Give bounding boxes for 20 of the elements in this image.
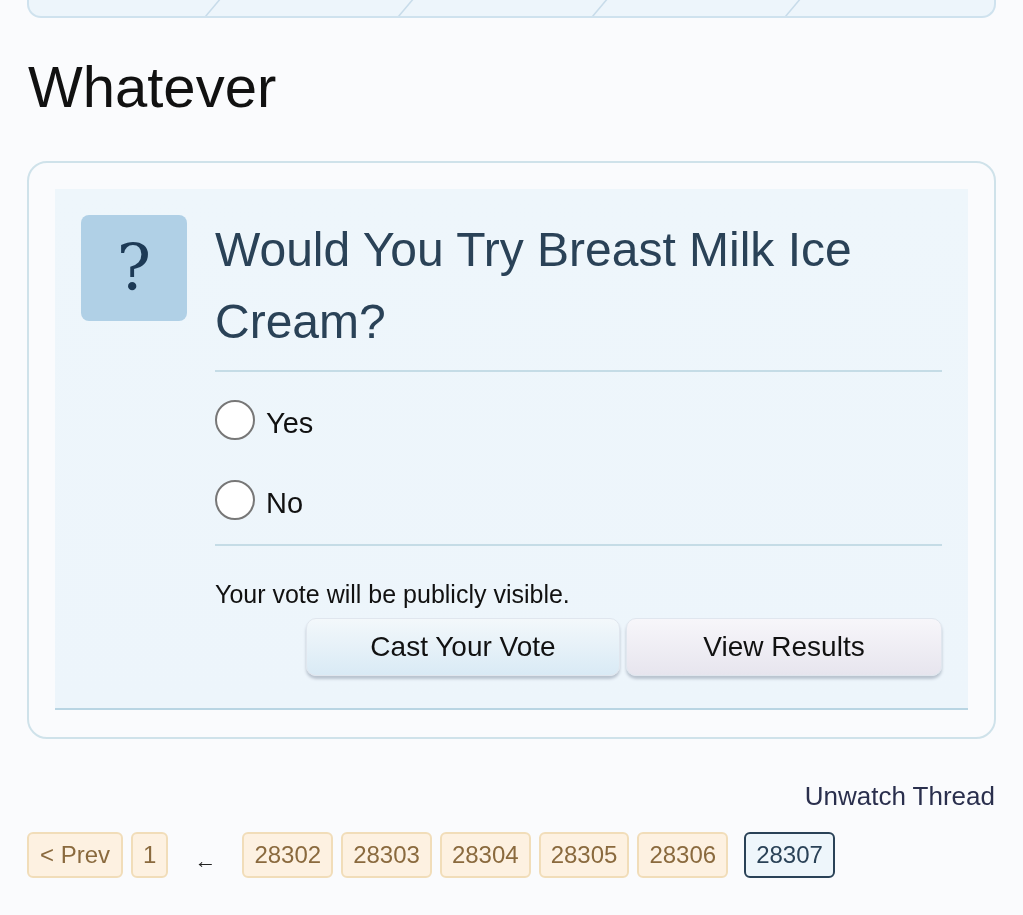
page-link[interactable]: 28303 bbox=[341, 832, 432, 878]
page-link[interactable]: 28305 bbox=[538, 832, 630, 878]
cast-vote-button[interactable]: Cast Your Vote bbox=[306, 618, 620, 676]
question-icon: ? bbox=[81, 215, 187, 321]
view-results-button[interactable]: View Results bbox=[626, 618, 942, 676]
page-link[interactable]: 28304 bbox=[439, 832, 531, 878]
option-label[interactable]: No bbox=[266, 487, 304, 520]
option-label[interactable]: Yes bbox=[266, 407, 314, 440]
radio-button[interactable] bbox=[215, 400, 255, 440]
page-link[interactable]: 28306 bbox=[637, 832, 729, 878]
page-heading: Whatever bbox=[28, 53, 278, 121]
jump-arrow[interactable]: ← bbox=[176, 848, 235, 874]
page-link[interactable]: < Prev bbox=[27, 832, 124, 878]
poll-question: Would You Try Breast Milk Ice Cream? bbox=[215, 222, 853, 350]
page-link[interactable]: 28302 bbox=[242, 832, 334, 878]
page-link[interactable]: 28307 bbox=[744, 832, 835, 878]
vote-note: Your vote will be publicly visible. bbox=[215, 580, 571, 609]
radio-button[interactable] bbox=[215, 480, 255, 520]
unwatch-thread-link[interactable]: Unwatch Thread bbox=[804, 781, 995, 812]
page-link[interactable]: 1 bbox=[131, 832, 169, 878]
